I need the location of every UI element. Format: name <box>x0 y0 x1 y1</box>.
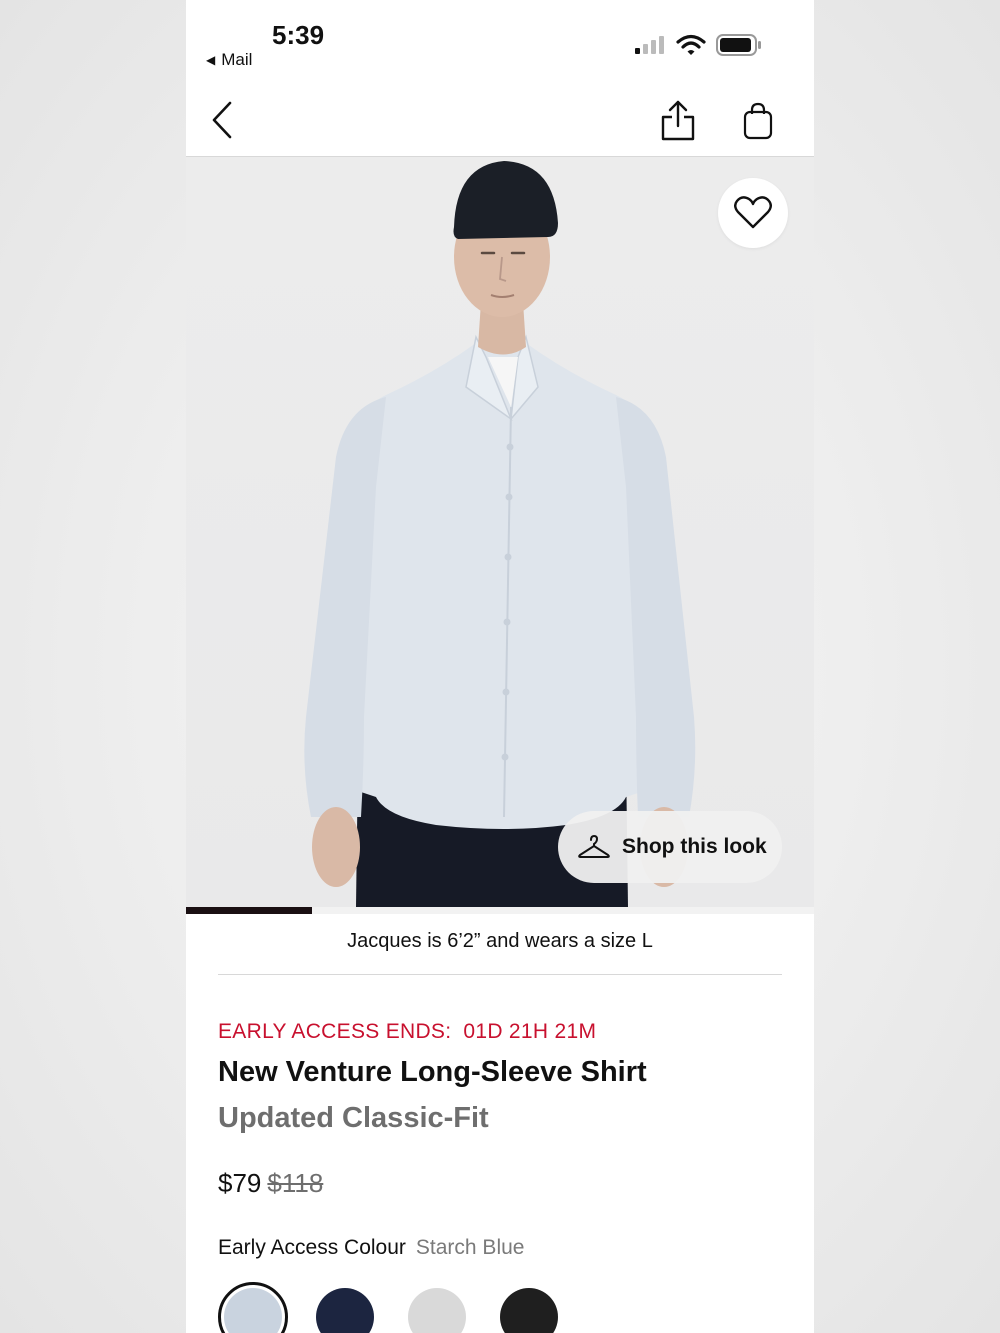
battery-icon <box>716 34 761 56</box>
back-triangle-icon: ◀ <box>206 53 216 67</box>
colour-swatch-2[interactable] <box>310 1282 380 1333</box>
colour-swatch-fill <box>224 1288 282 1333</box>
chevron-left-icon <box>212 101 232 139</box>
bag-button[interactable] <box>742 102 774 140</box>
colour-swatch-3[interactable] <box>402 1282 472 1333</box>
shop-this-look-button[interactable]: Shop this look <box>558 811 782 883</box>
model-photo <box>304 161 696 907</box>
back-app-label: Mail <box>221 50 253 69</box>
wifi-icon <box>676 34 706 55</box>
product-name: New Venture Long-Sleeve Shirt <box>218 1056 647 1088</box>
phone-screen: 5:39 ◀ Mail Shop this look Jacques is 6’… <box>186 0 814 1333</box>
colour-label-text: Early Access Colour <box>218 1236 406 1259</box>
hanger-icon <box>578 834 610 858</box>
back-to-mail[interactable]: ◀ Mail <box>206 50 252 70</box>
carousel-progress-fill <box>186 907 312 914</box>
product-fit: Updated Classic-Fit <box>218 1102 489 1134</box>
heart-icon <box>734 196 772 229</box>
colour-swatch-fill <box>408 1288 466 1333</box>
back-button[interactable] <box>206 100 240 140</box>
colour-swatches <box>218 1282 564 1333</box>
carousel-progress <box>186 907 814 914</box>
early-access-countdown: 01D 21H 21M <box>463 1020 597 1043</box>
colour-label: Early Access Colour Starch Blue <box>218 1236 524 1260</box>
status-time: 5:39 <box>272 20 325 50</box>
current-price: $79 <box>218 1168 262 1198</box>
colour-swatch-1[interactable] <box>218 1282 288 1333</box>
caption-divider <box>218 974 782 975</box>
colour-swatch-fill <box>316 1288 374 1333</box>
early-access-banner: EARLY ACCESS ENDS: 01D 21H 21M <box>218 1020 596 1044</box>
early-access-label: EARLY ACCESS ENDS: <box>218 1020 452 1043</box>
favorite-button[interactable] <box>718 178 788 248</box>
original-price: $118 <box>267 1168 324 1198</box>
status-icons <box>634 34 762 56</box>
product-image-carousel[interactable]: Shop this look <box>186 157 814 907</box>
share-icon <box>661 100 695 141</box>
shop-this-look-label: Shop this look <box>622 835 767 858</box>
colour-swatch-4[interactable] <box>494 1282 564 1333</box>
price: $79 $118 <box>218 1168 323 1199</box>
share-button[interactable] <box>660 100 696 142</box>
selected-colour-name: Starch Blue <box>415 1236 525 1259</box>
colour-swatch-fill <box>500 1288 558 1333</box>
model-caption: Jacques is 6’2” and wears a size L <box>347 930 653 952</box>
cellular-signal-icon <box>635 36 664 54</box>
shopping-bag-icon <box>743 102 773 140</box>
